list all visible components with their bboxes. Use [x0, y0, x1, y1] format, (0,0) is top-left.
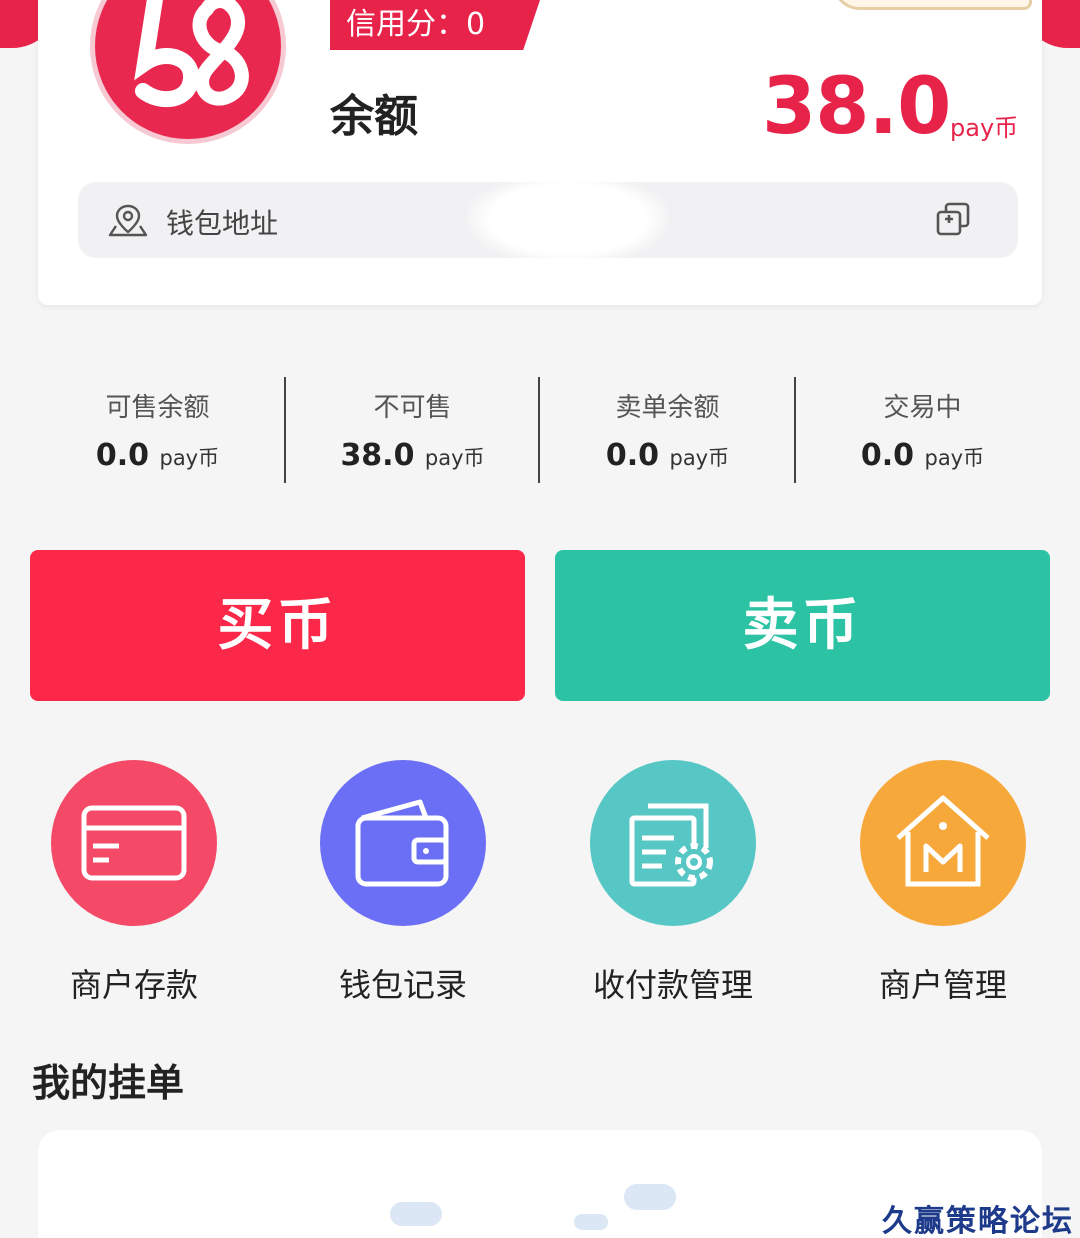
menu-label: 商户存款 [69, 966, 198, 1004]
stat-value-row: 0.0 pay币 [30, 438, 285, 473]
stat-title: 可售余额 [105, 393, 210, 423]
settings-doc-icon [590, 760, 756, 926]
location-pin-icon [108, 202, 148, 242]
menu-merchant-management[interactable]: 商户管理 [818, 760, 1068, 1010]
corner-tab[interactable] [832, 0, 1032, 10]
menu-merchant-deposit[interactable]: 商户存款 [9, 760, 259, 1010]
stat-sell-order-balance: 卖单余额 0.0 pay币 [540, 375, 795, 485]
menu-wallet-records[interactable]: 钱包记录 [278, 760, 528, 1010]
menu-label: 收付款管理 [592, 966, 753, 1004]
menu-label: 钱包记录 [338, 966, 467, 1004]
cloud-illustration [390, 1202, 442, 1226]
stat-value: 0.0 [95, 438, 150, 473]
credit-score-badge: 信用分：0 [330, 0, 540, 50]
wallet-address-label: 钱包地址 [166, 207, 279, 240]
watermark: 久赢策略论坛 [882, 1204, 1074, 1238]
stat-title: 交易中 [883, 393, 962, 423]
address-redaction [468, 174, 668, 264]
cloud-illustration [624, 1184, 676, 1210]
stat-value: 38.0 [340, 438, 415, 473]
balance-unit: pay币 [950, 114, 1019, 142]
stat-value: 0.0 [860, 438, 915, 473]
stat-unit: pay币 [669, 446, 730, 470]
cloud-illustration [574, 1214, 608, 1230]
copy-icon[interactable] [936, 202, 970, 240]
balance-label: 余额 [330, 91, 418, 142]
my-orders-title: 我的挂单 [32, 1061, 185, 1105]
stat-unit: pay币 [159, 446, 220, 470]
stat-sellable: 可售余额 0.0 pay币 [30, 375, 285, 485]
stat-value-row: 0.0 pay币 [795, 438, 1050, 473]
stat-title: 不可售 [373, 393, 452, 423]
stat-not-sellable: 不可售 38.0 pay币 [285, 375, 540, 485]
balance-stats: 可售余额 0.0 pay币 不可售 38.0 pay币 卖单余额 0.0 pay… [30, 375, 1050, 485]
menu-payment-management[interactable]: 收付款管理 [548, 760, 798, 1010]
stat-unit: pay币 [424, 446, 485, 470]
app-logo [90, 0, 286, 144]
card-icon [51, 760, 217, 926]
menu-label: 商户管理 [878, 966, 1007, 1004]
sell-coin-button[interactable]: 卖币 [555, 550, 1050, 701]
wallet-address-bar[interactable]: 钱包地址 y d [78, 174, 1018, 264]
stat-unit: pay币 [924, 446, 985, 470]
stat-value-row: 38.0 pay币 [285, 438, 540, 473]
stat-value-row: 0.0 pay币 [540, 438, 795, 473]
balance-value: 38.0 [762, 62, 951, 152]
stat-trading: 交易中 0.0 pay币 [795, 375, 1050, 485]
stat-title: 卖单余额 [615, 393, 720, 423]
stat-value: 0.0 [605, 438, 660, 473]
wallet-icon [320, 760, 486, 926]
merchant-home-icon [860, 760, 1026, 926]
buy-coin-button[interactable]: 买币 [30, 550, 525, 701]
